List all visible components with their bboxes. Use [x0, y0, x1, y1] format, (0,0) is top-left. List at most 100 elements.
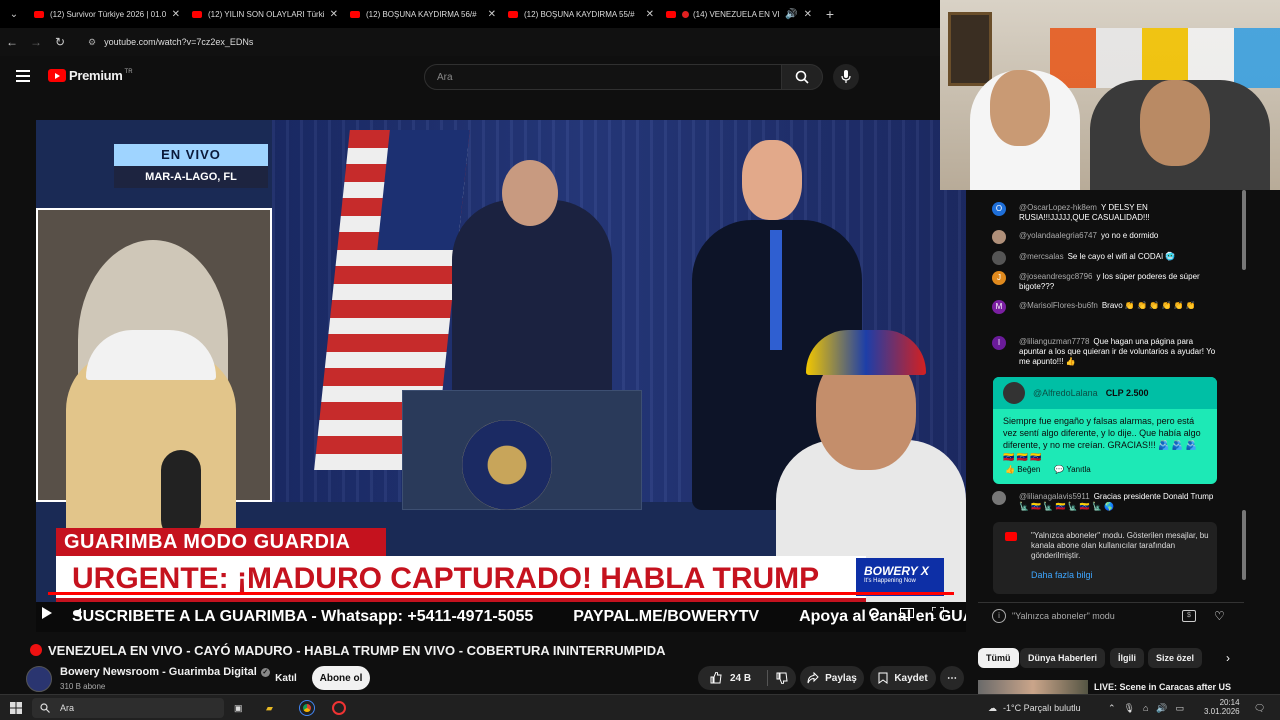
- share-label: Paylaş: [825, 672, 857, 684]
- super-chat-reply-button[interactable]: 💬 Yanıtla: [1054, 465, 1090, 474]
- learn-more-link[interactable]: Daha fazla bilgi: [1031, 570, 1093, 580]
- chat-avatar[interactable]: [992, 491, 1006, 505]
- chat-avatar[interactable]: J: [992, 271, 1006, 285]
- chat-author[interactable]: @joseandresgc8796: [1019, 272, 1093, 281]
- close-tab-icon[interactable]: ✕: [646, 9, 654, 20]
- like-button[interactable]: 24 B: [698, 666, 796, 690]
- search-icon: [795, 70, 809, 84]
- close-tab-icon[interactable]: ✕: [488, 9, 496, 20]
- taskbar-clock[interactable]: 20:14 3.01.2026: [1204, 698, 1240, 716]
- verified-check-icon: ✓: [260, 667, 270, 677]
- chat-scrollbar[interactable]: [1240, 190, 1248, 590]
- thumbs-down-icon[interactable]: [776, 672, 788, 684]
- chrome-icon[interactable]: [299, 699, 315, 717]
- tab-search-icon[interactable]: ⌄: [0, 0, 28, 28]
- microphone-icon[interactable]: 🎙: [1124, 703, 1135, 714]
- fullscreen-button[interactable]: [930, 604, 946, 622]
- chip-world-news[interactable]: Dünya Haberleri: [1020, 648, 1106, 668]
- system-tray-icons[interactable]: ⌃ 🎙 ⌂ 🔊 ▭: [1108, 699, 1184, 717]
- windows-taskbar: Ara ▣ ▰ ☁ -1°C Parçalı bulutlu ⌃ 🎙 ⌂ 🔊 ▭…: [0, 694, 1280, 720]
- close-tab-icon[interactable]: ✕: [172, 9, 180, 20]
- notice-text: "Yalnızca aboneler" modu. Gösterilen mes…: [1031, 531, 1209, 560]
- youtube-play-icon: [48, 69, 66, 82]
- back-arrow-icon[interactable]: ←: [0, 35, 24, 49]
- reload-icon[interactable]: ↻: [48, 35, 72, 49]
- chat-avatar[interactable]: M: [992, 300, 1006, 314]
- site-info-icon[interactable]: ⚙: [88, 37, 96, 48]
- heart-icon[interactable]: ♡: [1214, 609, 1225, 623]
- volume-button[interactable]: [72, 604, 88, 622]
- chat-author[interactable]: @OscarLopez-hk8em: [1019, 203, 1097, 212]
- chip-related[interactable]: İlgili: [1110, 648, 1144, 668]
- browser-tab-2[interactable]: (12) YILIN SON OLAYLARI Türkiye ✕: [186, 0, 344, 28]
- windows-start-icon[interactable]: [10, 699, 22, 717]
- volume-icon: [74, 608, 81, 618]
- video-progress-bar[interactable]: [48, 592, 954, 595]
- chevron-right-icon[interactable]: ›: [1218, 648, 1238, 668]
- share-button[interactable]: Paylaş: [800, 666, 864, 690]
- youtube-header: Premium TR Ara: [0, 56, 940, 100]
- file-explorer-icon[interactable]: ▰: [266, 699, 273, 717]
- speaker-icon[interactable]: 🔊: [785, 9, 797, 20]
- chat-author[interactable]: @lilianagalavis5911: [1019, 492, 1090, 501]
- chat-author[interactable]: @yolandaalegria6747: [1019, 231, 1097, 240]
- chip-all[interactable]: Tümü: [978, 648, 1019, 668]
- channel-avatar[interactable]: [26, 666, 52, 692]
- url-field[interactable]: ⚙ youtube.com/watch?v=7cz2ex_EDNs: [88, 37, 253, 48]
- chip-for-you[interactable]: Size özel: [1148, 648, 1203, 668]
- brand-tagline: It's Happening Now: [864, 578, 916, 584]
- browser-tab-5-active[interactable]: (14) VENEZUELA EN VIVO 🔊 ✕: [660, 0, 818, 28]
- live-location-box: EN VIVO MAR-A-LAGO, FL: [114, 144, 268, 188]
- volume-icon[interactable]: 🔊: [1156, 703, 1167, 714]
- channel-name[interactable]: Bowery Newsroom - Guarimba Digital ✓: [60, 666, 270, 678]
- ticker-item: PAYPAL.ME/BOWERYTV: [573, 608, 760, 625]
- info-icon[interactable]: i: [992, 608, 1006, 623]
- subscribe-button[interactable]: Abone ol: [312, 666, 370, 690]
- forward-arrow-icon[interactable]: →: [24, 35, 48, 49]
- super-chat-author[interactable]: @AlfredoLalana: [1033, 388, 1098, 398]
- live-chat-panel: O @OscarLopez-hk8em Y DELSY EN RUSIA!!!JJ…: [978, 190, 1244, 630]
- chat-author[interactable]: @lilianguzman7778: [1019, 337, 1089, 346]
- logo-text: Premium: [69, 68, 123, 83]
- video-player[interactable]: EN VIVO MAR-A-LAGO, FL GUARIMBA MODO GUA…: [36, 120, 966, 632]
- browser-tab-1[interactable]: (12) Survivor Türkiye 2026 | 01.0 ✕: [28, 0, 186, 28]
- network-icon[interactable]: ⌂: [1143, 703, 1148, 713]
- task-view-icon[interactable]: ▣: [234, 699, 243, 717]
- super-chat-like-button[interactable]: 👍 Beğen: [1005, 465, 1040, 474]
- close-tab-icon[interactable]: ✕: [330, 9, 338, 20]
- weather-text: -1°C Parçalı bulutlu: [1003, 703, 1081, 713]
- voice-search-button[interactable]: [833, 64, 859, 90]
- save-button[interactable]: Kaydet: [870, 666, 936, 690]
- taskbar-search[interactable]: Ara: [32, 698, 224, 718]
- weather-widget[interactable]: ☁ -1°C Parçalı bulutlu: [988, 699, 1081, 717]
- related-thumbnail[interactable]: [978, 680, 1088, 694]
- close-tab-icon[interactable]: ✕: [804, 9, 812, 20]
- new-tab-button[interactable]: +: [818, 6, 842, 22]
- notifications-icon[interactable]: 🗨: [1254, 699, 1265, 717]
- super-chat-avatar[interactable]: [1003, 382, 1025, 404]
- more-actions-button[interactable]: ⋯: [940, 666, 964, 690]
- chat-avatar[interactable]: l: [992, 336, 1006, 350]
- browser-tab-4[interactable]: (12) BOŞUNA KAYDIRMA 55/# ✕: [502, 0, 660, 28]
- chat-avatar[interactable]: [992, 251, 1006, 265]
- related-video[interactable]: LIVE: Scene in Caracas after US: [978, 680, 1244, 694]
- play-button[interactable]: [40, 604, 54, 622]
- chevron-up-icon[interactable]: ⌃: [1108, 703, 1116, 714]
- chat-avatar[interactable]: O: [992, 202, 1006, 216]
- super-chat-icon[interactable]: $: [1182, 609, 1196, 622]
- search-input[interactable]: Ara: [424, 64, 782, 90]
- chat-avatar[interactable]: [992, 230, 1006, 244]
- browser-tab-3[interactable]: (12) BOŞUNA KAYDIRMA 56/# ✕: [344, 0, 502, 28]
- join-button[interactable]: Katıl: [270, 666, 302, 690]
- menu-icon[interactable]: [16, 70, 30, 82]
- chat-author[interactable]: @MarisolFlores-bu6fn: [1019, 301, 1098, 310]
- youtube-logo[interactable]: Premium TR: [48, 68, 133, 83]
- battery-icon[interactable]: ▭: [1176, 703, 1185, 714]
- search-button[interactable]: [781, 64, 823, 90]
- chat-author[interactable]: @mercsalas: [1019, 252, 1064, 261]
- ticker-item: SUSCRIBETE A LA GUARIMBA - Whatsapp: +54…: [72, 608, 534, 625]
- url-text: youtube.com/watch?v=7cz2ex_EDNs: [104, 37, 254, 47]
- theater-mode-button[interactable]: [898, 604, 916, 622]
- settings-button[interactable]: [866, 604, 882, 622]
- record-app-icon[interactable]: [332, 699, 346, 717]
